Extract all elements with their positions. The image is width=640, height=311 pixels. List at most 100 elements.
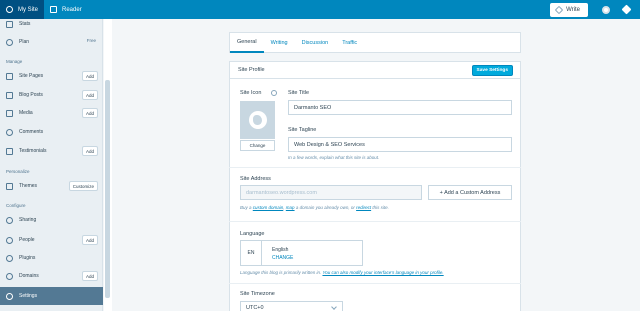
sidebar-item-blog-posts[interactable]: Blog Posts Add <box>0 86 103 104</box>
sidebar-item-media[interactable]: Media Add <box>0 104 103 122</box>
pencil-icon <box>554 5 564 14</box>
stats-icon <box>6 20 13 28</box>
customize-button[interactable]: Customize <box>68 181 98 191</box>
sidebar-heading-configure: Configure <box>6 203 26 208</box>
plan-icon <box>6 38 13 46</box>
help-icon[interactable] <box>271 90 277 96</box>
themes-icon <box>6 182 13 190</box>
people-icon <box>6 236 13 244</box>
sidebar-item-label: Plugins <box>19 255 36 261</box>
settings-tabs: General Writing Discussion Traffic <box>229 32 521 53</box>
sidebar-item-plan[interactable]: Plan Free <box>0 33 103 51</box>
sidebar-item-stats[interactable]: Stats <box>0 15 103 33</box>
site-profile-header: Site Profile Save Settings <box>229 61 521 79</box>
sidebar-item-label: Stats <box>19 21 31 27</box>
sidebar-item-themes[interactable]: Themes Customize <box>0 177 103 195</box>
reader-icon <box>50 6 58 13</box>
my-site-label: My Site <box>18 6 39 13</box>
sidebar-item-label: Settings <box>19 293 38 299</box>
sidebar-item-label: Testimonials <box>19 148 47 154</box>
change-site-icon-button[interactable]: Change <box>240 140 275 151</box>
sidebar-item-label: Site Pages <box>19 73 44 79</box>
add-page-button[interactable]: Add <box>81 71 98 81</box>
globe-icon <box>6 272 13 280</box>
divider <box>229 283 521 284</box>
site-tagline-input[interactable]: Web Design & SEO Services <box>288 137 512 152</box>
sharing-icon <box>6 216 13 224</box>
sidebar-item-label: Themes <box>19 183 38 189</box>
divider <box>229 167 521 168</box>
sidebar-item-label: Sharing <box>19 217 37 223</box>
add-people-button[interactable]: Add <box>81 235 98 245</box>
language-label: Language <box>240 231 265 237</box>
add-media-button[interactable]: Add <box>81 108 98 118</box>
media-icon <box>6 109 13 117</box>
sidebar-scrollbar-thumb[interactable] <box>105 80 110 298</box>
add-post-button[interactable]: Add <box>81 90 98 100</box>
comments-icon <box>6 128 13 136</box>
sidebar-item-settings[interactable]: Settings <box>0 287 103 305</box>
add-domain-badge[interactable]: Add <box>81 271 98 281</box>
site-icon-label: Site Icon <box>240 90 262 96</box>
profile-language-link[interactable]: You can also modify your interface's lan… <box>322 270 443 275</box>
sidebar-item-testimonials[interactable]: Testimonials Add <box>0 142 103 160</box>
plugins-icon <box>6 254 13 262</box>
timezone-label: Site Timezone <box>240 291 275 297</box>
sidebar-heading-personalize: Personalize <box>6 169 30 174</box>
redirect-link[interactable]: redirect <box>356 205 371 210</box>
sidebar-item-comments[interactable]: Comments <box>0 123 103 141</box>
plan-badge: Free <box>86 38 96 43</box>
masterbar-right: Write <box>550 0 640 19</box>
save-settings-button[interactable]: Save Settings <box>471 65 513 76</box>
site-title-input[interactable]: Darmanto SEO <box>288 100 512 115</box>
write-label: Write <box>566 6 580 13</box>
reader-label: Reader <box>62 6 82 13</box>
timezone-value: UTC+0 <box>246 305 264 311</box>
language-name: English <box>272 247 289 253</box>
sidebar-item-people[interactable]: People Add <box>0 231 103 249</box>
language-change-link[interactable]: CHANGE <box>272 255 293 261</box>
sidebar-item-label: People <box>19 237 35 243</box>
address-hint-text: a domain you already own, or <box>294 205 357 210</box>
add-testimonial-button[interactable]: Add <box>81 146 98 156</box>
sidebar-item-site-pages[interactable]: Site Pages Add <box>0 67 103 85</box>
tab-writing[interactable]: Writing <box>264 33 295 53</box>
sidebar-item-label: Blog Posts <box>19 92 43 98</box>
site-address-label: Site Address <box>240 176 271 182</box>
sidebar-item-domains[interactable]: Domains Add <box>0 267 103 285</box>
tagline-hint: In a few words, explain what this site i… <box>288 155 380 160</box>
sidebar-item-label: Domains <box>19 273 39 279</box>
tab-general[interactable]: General <box>230 33 264 53</box>
language-code: EN <box>241 241 262 265</box>
tab-traffic[interactable]: Traffic <box>335 33 364 53</box>
sidebar-item-sharing[interactable]: Sharing <box>0 211 103 229</box>
site-icon-preview[interactable] <box>240 101 275 139</box>
map-link[interactable]: map <box>286 205 295 210</box>
timezone-select[interactable]: UTC+0 <box>240 301 343 311</box>
pages-icon <box>6 72 13 80</box>
section-title: Site Profile <box>238 67 265 73</box>
address-hint-text: Buy a <box>240 205 253 210</box>
add-custom-address-button[interactable]: + Add a Custom Address <box>428 185 512 200</box>
site-address-input: darmantoseo.wordpress.com <box>240 185 422 200</box>
sidebar-heading-manage: Manage <box>6 59 23 64</box>
sidebar-item-plugins[interactable]: Plugins <box>0 249 103 267</box>
site-title-label: Site Title <box>288 90 310 96</box>
tab-discussion[interactable]: Discussion <box>295 33 336 53</box>
sidebar-item-label: Comments <box>19 129 44 135</box>
custom-domain-link[interactable]: custom domain <box>253 205 284 210</box>
gear-icon <box>6 292 13 300</box>
sidebar-item-label: Media <box>19 110 33 116</box>
address-hint: Buy a custom domain, map a domain you al… <box>240 205 389 210</box>
sidebar-item-label: Plan <box>19 39 30 45</box>
language-hint: Language this blog is primarily written … <box>240 270 444 275</box>
avatar[interactable] <box>602 5 610 14</box>
testimonials-icon <box>6 147 13 155</box>
site-tagline-label: Site Tagline <box>288 127 317 133</box>
language-hint-text: Language this blog is primarily written … <box>240 270 323 275</box>
write-button[interactable]: Write <box>550 2 588 17</box>
notifications-icon[interactable] <box>621 4 632 15</box>
posts-icon <box>6 91 13 99</box>
wordpress-icon <box>6 6 13 13</box>
language-picker[interactable]: EN English CHANGE <box>240 240 363 266</box>
